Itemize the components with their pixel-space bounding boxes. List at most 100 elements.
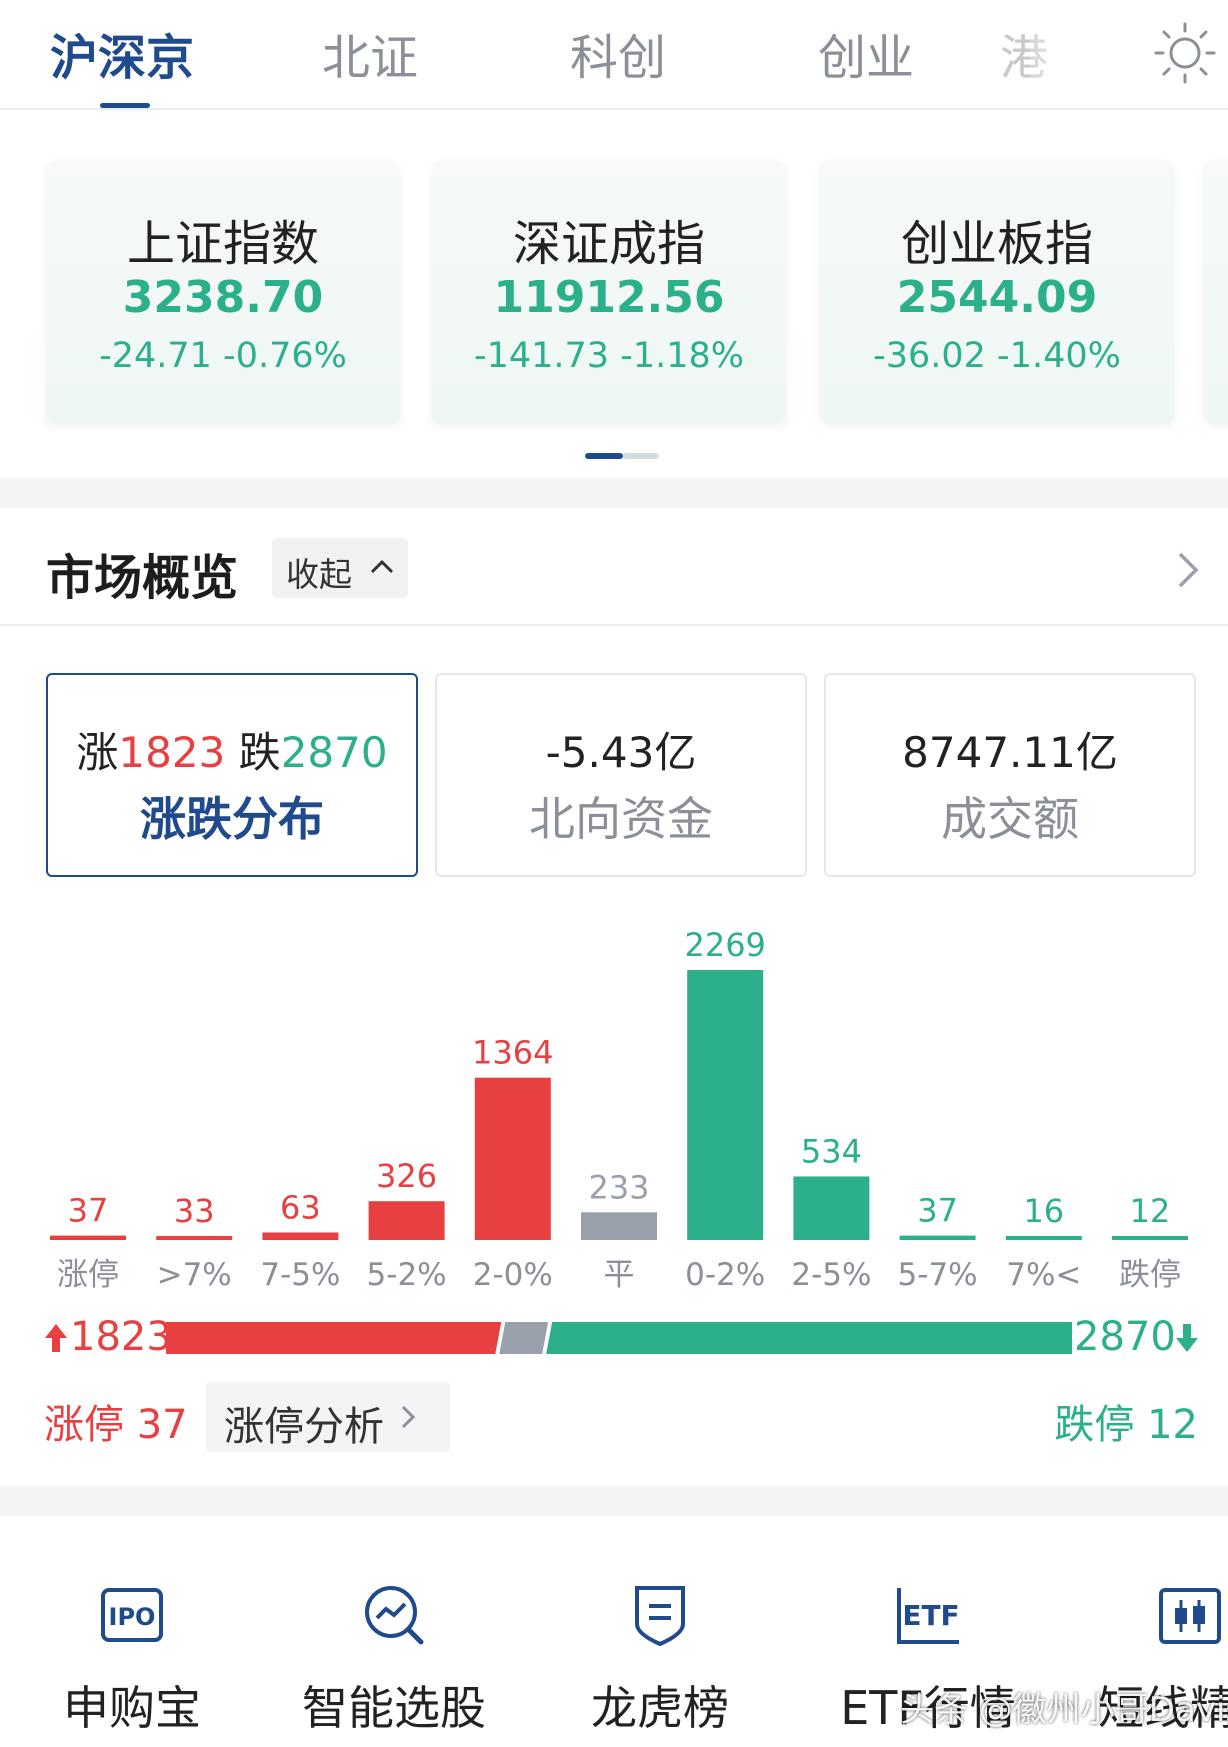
bar-2 bbox=[262, 1232, 339, 1240]
limit-analysis-label: 涨停分析 bbox=[224, 1404, 384, 1450]
index-card-shenzhen[interactable]: 深证成指 11912.56 -141.73 -1.18% bbox=[432, 162, 786, 424]
section-divider bbox=[0, 478, 1228, 508]
rise-fall-ratio-bar bbox=[166, 1322, 1072, 1354]
bar-3 bbox=[368, 1201, 445, 1240]
bar-6 bbox=[687, 970, 764, 1240]
rise-fall-distribution-chart: 37 涨停 33 >7% 63 7-5% 326 5-2% 1364 2-0% 233 平 2269 0-… bbox=[50, 926, 1188, 1293]
index-name: 上证指数 bbox=[126, 216, 319, 272]
index-name: 创业板指 bbox=[900, 216, 1093, 272]
northbound-label: 北向资金 bbox=[529, 792, 713, 846]
rise-fall-counts: 涨1823 跌2870 bbox=[48, 719, 416, 780]
bar-1 bbox=[156, 1236, 233, 1240]
category-label: 7-5% bbox=[260, 1257, 340, 1293]
tab-fade bbox=[1030, 0, 1100, 108]
bar-value-label: 2269 bbox=[684, 926, 765, 964]
index-name: 深证成指 bbox=[512, 216, 705, 272]
index-change: -141.73 -1.18% bbox=[473, 336, 745, 376]
index-card-chinext[interactable]: 创业板指 2544.09 -36.02 -1.40% bbox=[820, 162, 1174, 424]
collapse-button[interactable]: 收起 bbox=[272, 538, 408, 598]
limit-analysis-button[interactable]: 涨停分析 bbox=[206, 1382, 450, 1452]
tab-kechuang[interactable]: 科创 bbox=[518, 18, 718, 88]
short-term-icon bbox=[1155, 1580, 1225, 1650]
ratio-down-count: 2870 bbox=[1074, 1314, 1176, 1360]
category-label: 0-2% bbox=[685, 1257, 765, 1293]
category-label: >7% bbox=[157, 1257, 232, 1293]
ipo-icon: IPO bbox=[97, 1580, 167, 1650]
collapse-label: 收起 bbox=[286, 555, 352, 594]
northbound-card[interactable]: -5.43亿 北向资金 bbox=[435, 673, 807, 877]
svg-text:IPO: IPO bbox=[109, 1603, 156, 1631]
bar-7 bbox=[793, 1176, 870, 1240]
index-value: 3238.70 bbox=[122, 272, 324, 323]
bar-value-label: 534 bbox=[801, 1132, 862, 1170]
index-card-next[interactable] bbox=[1204, 162, 1228, 424]
category-label: 2-5% bbox=[791, 1257, 871, 1293]
bar-4 bbox=[474, 1077, 551, 1240]
category-label: 跌停 bbox=[1119, 1257, 1181, 1293]
bar-value-label: 63 bbox=[280, 1189, 321, 1227]
bar-value-label: 12 bbox=[1130, 1192, 1171, 1230]
arrow-down-icon bbox=[1175, 1322, 1199, 1354]
dragon-tiger-icon bbox=[625, 1580, 695, 1650]
category-label: 5-2% bbox=[367, 1257, 447, 1293]
tab-beizheng[interactable]: 北证 bbox=[270, 18, 470, 88]
category-label: 7%< bbox=[1006, 1257, 1081, 1293]
bar-value-label: 37 bbox=[68, 1192, 109, 1230]
bar-5 bbox=[581, 1212, 657, 1240]
watermark: 头条 @徽州小哥Davis bbox=[900, 1690, 1228, 1730]
limit-down-count: 跌停 12 bbox=[1054, 1402, 1198, 1448]
rise-fall-label: 涨跌分布 bbox=[140, 792, 324, 846]
index-change: -36.02 -1.40% bbox=[873, 336, 1121, 376]
tool-label: 申购宝 bbox=[63, 1681, 201, 1735]
bar-10 bbox=[1112, 1236, 1188, 1240]
rise-fall-card[interactable]: 涨1823 跌2870 涨跌分布 bbox=[46, 673, 418, 877]
bar-0 bbox=[50, 1235, 126, 1240]
divider bbox=[0, 624, 1228, 626]
pager-dot-active bbox=[585, 453, 623, 459]
bar-value-label: 233 bbox=[588, 1168, 649, 1206]
ratio-flat-segment bbox=[499, 1322, 549, 1354]
chevron-right-icon bbox=[394, 1402, 422, 1432]
turnover-card[interactable]: 8747.11亿 成交额 bbox=[824, 673, 1196, 877]
up-label: 涨 bbox=[76, 728, 119, 777]
market-overview-title: 市场概览 bbox=[46, 550, 239, 606]
ratio-down-segment bbox=[546, 1322, 1072, 1354]
bar-value-label: 33 bbox=[174, 1192, 215, 1230]
bar-value-label: 326 bbox=[376, 1157, 437, 1195]
category-label: 涨停 bbox=[57, 1257, 119, 1293]
pager-dot bbox=[623, 453, 659, 459]
tool-label: 智能选股 bbox=[302, 1681, 486, 1735]
index-value: 2544.09 bbox=[896, 272, 1098, 323]
turnover-value: 8747.11亿 bbox=[902, 728, 1118, 777]
bar-8 bbox=[899, 1235, 976, 1240]
down-label: 跌 bbox=[238, 728, 281, 777]
up-count: 1823 bbox=[118, 728, 226, 777]
limit-up-count: 涨停 37 bbox=[44, 1402, 188, 1448]
tab-hushenjing[interactable]: 沪深京 bbox=[22, 18, 222, 88]
tool-label: 龙虎榜 bbox=[591, 1681, 729, 1735]
tab-indicator bbox=[100, 103, 150, 108]
smart-pick-icon bbox=[359, 1580, 429, 1650]
section-divider bbox=[0, 1486, 1228, 1516]
bar-value-label: 37 bbox=[917, 1192, 958, 1230]
bar-9 bbox=[1005, 1236, 1082, 1240]
ratio-up-count: 1823 bbox=[70, 1314, 172, 1360]
index-value: 11912.56 bbox=[493, 272, 725, 323]
etf-icon: ETF bbox=[893, 1580, 963, 1650]
chevron-right-icon[interactable] bbox=[1168, 548, 1208, 592]
bar-value-label: 1364 bbox=[472, 1034, 553, 1072]
turnover-label: 成交额 bbox=[941, 792, 1079, 846]
chevron-up-icon bbox=[367, 552, 397, 582]
northbound-value: -5.43亿 bbox=[545, 728, 697, 777]
arrow-up-icon bbox=[44, 1322, 68, 1354]
ratio-up-segment bbox=[166, 1322, 502, 1354]
svg-text:ETF: ETF bbox=[902, 1599, 959, 1632]
market-tabs: 沪深京 北证 科创 创业 港 bbox=[0, 0, 1228, 110]
down-count: 2870 bbox=[280, 728, 388, 777]
index-card-shanghai[interactable]: 上证指数 3238.70 -24.71 -0.76% bbox=[46, 162, 400, 424]
sun-icon[interactable] bbox=[1150, 18, 1220, 88]
tab-chuangye[interactable]: 创业 bbox=[766, 18, 966, 88]
index-change: -24.71 -0.76% bbox=[99, 336, 347, 376]
category-label: 2-0% bbox=[473, 1257, 553, 1293]
category-label: 5-7% bbox=[898, 1257, 978, 1293]
